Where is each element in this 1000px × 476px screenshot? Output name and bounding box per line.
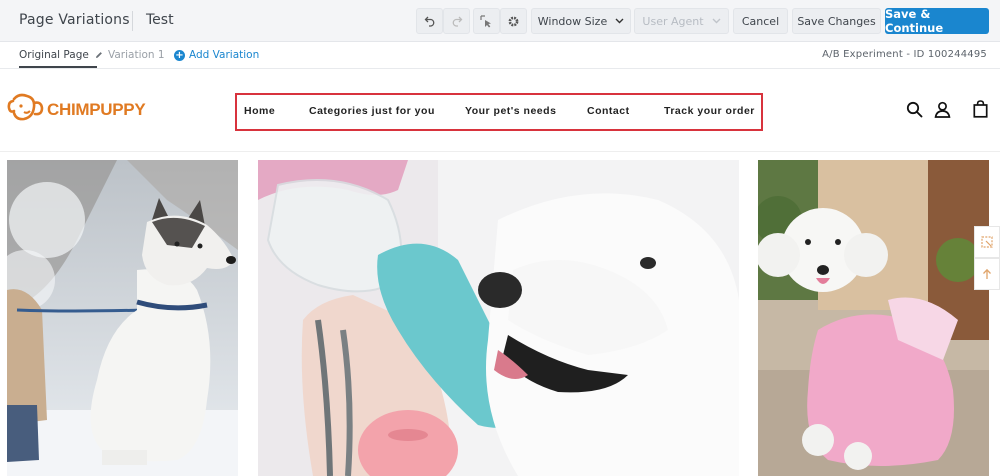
puppy-logo-icon (7, 93, 45, 127)
experiment-id: A/B Experiment - ID 100244495 (822, 49, 987, 60)
add-variation-button[interactable]: + Add Variation (174, 49, 259, 61)
nav-contact[interactable]: Contact (587, 105, 630, 117)
nav-track-order[interactable]: Track your order (664, 105, 755, 117)
search-icon[interactable] (906, 101, 923, 122)
editor-toolbar: Page Variations Test Window Size User Ag… (0, 0, 1000, 42)
tab-original-page[interactable]: Original Page (19, 49, 103, 62)
save-continue-button[interactable]: Save & Continue (885, 7, 989, 35)
dog-drinking-photo (258, 160, 739, 476)
site-header: CHIMPUPPY Home Categories just for you Y… (0, 70, 1000, 152)
cancel-button[interactable]: Cancel (733, 8, 788, 34)
logo-text: CHIMPUPPY (47, 100, 146, 119)
page-title: Page Variations (19, 12, 130, 28)
gear-icon (507, 15, 520, 28)
window-size-label: Window Size (537, 14, 608, 28)
nav-home[interactable]: Home (244, 105, 275, 117)
plus-icon: + (174, 49, 185, 61)
experiment-name[interactable]: Test (146, 12, 174, 28)
resize-icon (981, 233, 993, 252)
redo-button[interactable] (443, 8, 470, 34)
nav-categories[interactable]: Categories just for you (309, 105, 435, 117)
scroll-top-button[interactable] (974, 258, 1000, 290)
main-navigation-selected[interactable]: Home Categories just for you Your pet's … (235, 93, 763, 131)
variation-tabs: Original Page Variation 1 + Add Variatio… (0, 42, 1000, 69)
settings-button[interactable] (500, 8, 527, 34)
active-tab-indicator (19, 66, 97, 68)
select-element-button[interactable] (473, 8, 500, 34)
user-agent-dropdown[interactable]: User Agent (634, 8, 729, 34)
save-changes-button[interactable]: Save Changes (792, 8, 881, 34)
window-size-dropdown[interactable]: Window Size (531, 8, 631, 34)
chevron-down-icon (712, 18, 721, 24)
chevron-down-icon (615, 18, 624, 24)
add-variation-label: Add Variation (189, 49, 260, 61)
select-element-icon (480, 14, 493, 28)
resize-tool-button[interactable] (974, 226, 1000, 258)
site-logo[interactable]: CHIMPUPPY (7, 93, 146, 127)
pencil-icon[interactable] (95, 50, 103, 62)
title-divider (132, 11, 133, 31)
redo-icon (451, 15, 463, 27)
user-icon[interactable] (934, 101, 951, 122)
tab-original-label: Original Page (19, 49, 89, 61)
arrow-up-icon (982, 265, 992, 284)
shopping-bag-icon[interactable] (973, 100, 988, 122)
undo-icon (424, 15, 436, 27)
tab-variation-1[interactable]: Variation 1 (108, 49, 165, 61)
husky-photo (7, 160, 238, 476)
undo-button[interactable] (416, 8, 443, 34)
nav-pet-needs[interactable]: Your pet's needs (465, 105, 556, 117)
user-agent-label: User Agent (642, 14, 704, 28)
poodle-photo (758, 160, 989, 476)
